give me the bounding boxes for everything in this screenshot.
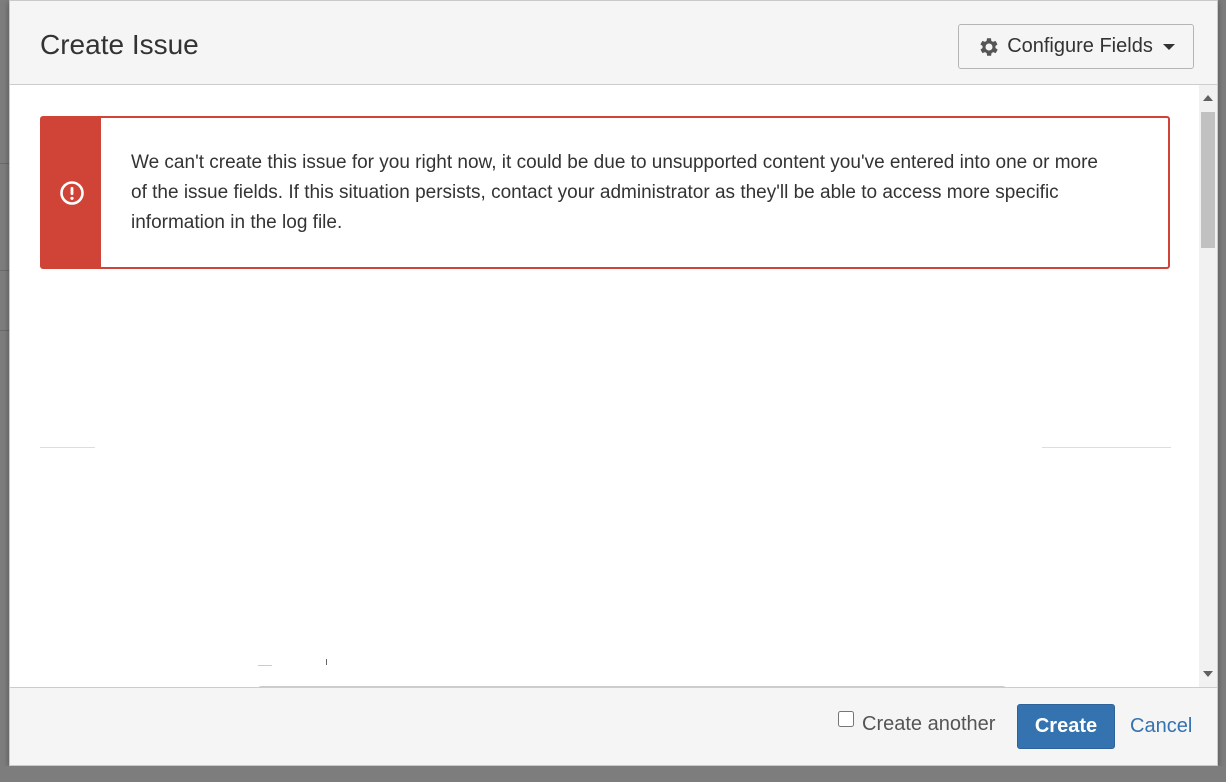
scroll-up-arrow-icon[interactable]	[1203, 95, 1213, 101]
error-message: We can't create this issue for you right…	[40, 116, 1170, 269]
caret-down-icon	[1162, 43, 1175, 50]
gear-icon	[977, 35, 1001, 59]
background-divider	[0, 163, 9, 164]
configure-fields-button[interactable]: Configure Fields	[958, 24, 1194, 69]
error-text: We can't create this issue for you right…	[131, 152, 1098, 233]
error-stripe	[42, 118, 101, 267]
dialog-body[interactable]: We can't create this issue for you right…	[10, 85, 1217, 687]
section-divider	[40, 447, 95, 448]
create-issue-dialog: Create Issue Configure Fields We can't c…	[9, 0, 1218, 766]
create-another-toggle[interactable]: Create another	[838, 710, 996, 736]
create-another-label: Create another	[862, 713, 996, 735]
background-page-bottom	[0, 766, 1226, 782]
error-circle-icon	[59, 180, 84, 205]
scrollbar-thumb[interactable]	[1201, 112, 1215, 248]
dialog-title: Create Issue	[40, 29, 199, 60]
cancel-link[interactable]: Cancel	[1130, 715, 1192, 738]
dialog-scrollbar[interactable]	[1199, 85, 1217, 687]
scroll-down-arrow-icon[interactable]	[1203, 671, 1213, 677]
configure-fields-label: Configure Fields	[1007, 35, 1153, 57]
dialog-header: Create Issue Configure Fields	[10, 1, 1217, 85]
background-divider	[0, 270, 9, 271]
dialog-footer: Create another Create Cancel	[10, 687, 1217, 765]
field-label-fragment	[258, 665, 272, 666]
field-label-fragment	[326, 659, 327, 665]
section-divider	[1042, 447, 1171, 448]
create-button[interactable]: Create	[1017, 704, 1115, 749]
create-another-checkbox[interactable]	[838, 710, 854, 727]
background-divider	[0, 330, 9, 331]
